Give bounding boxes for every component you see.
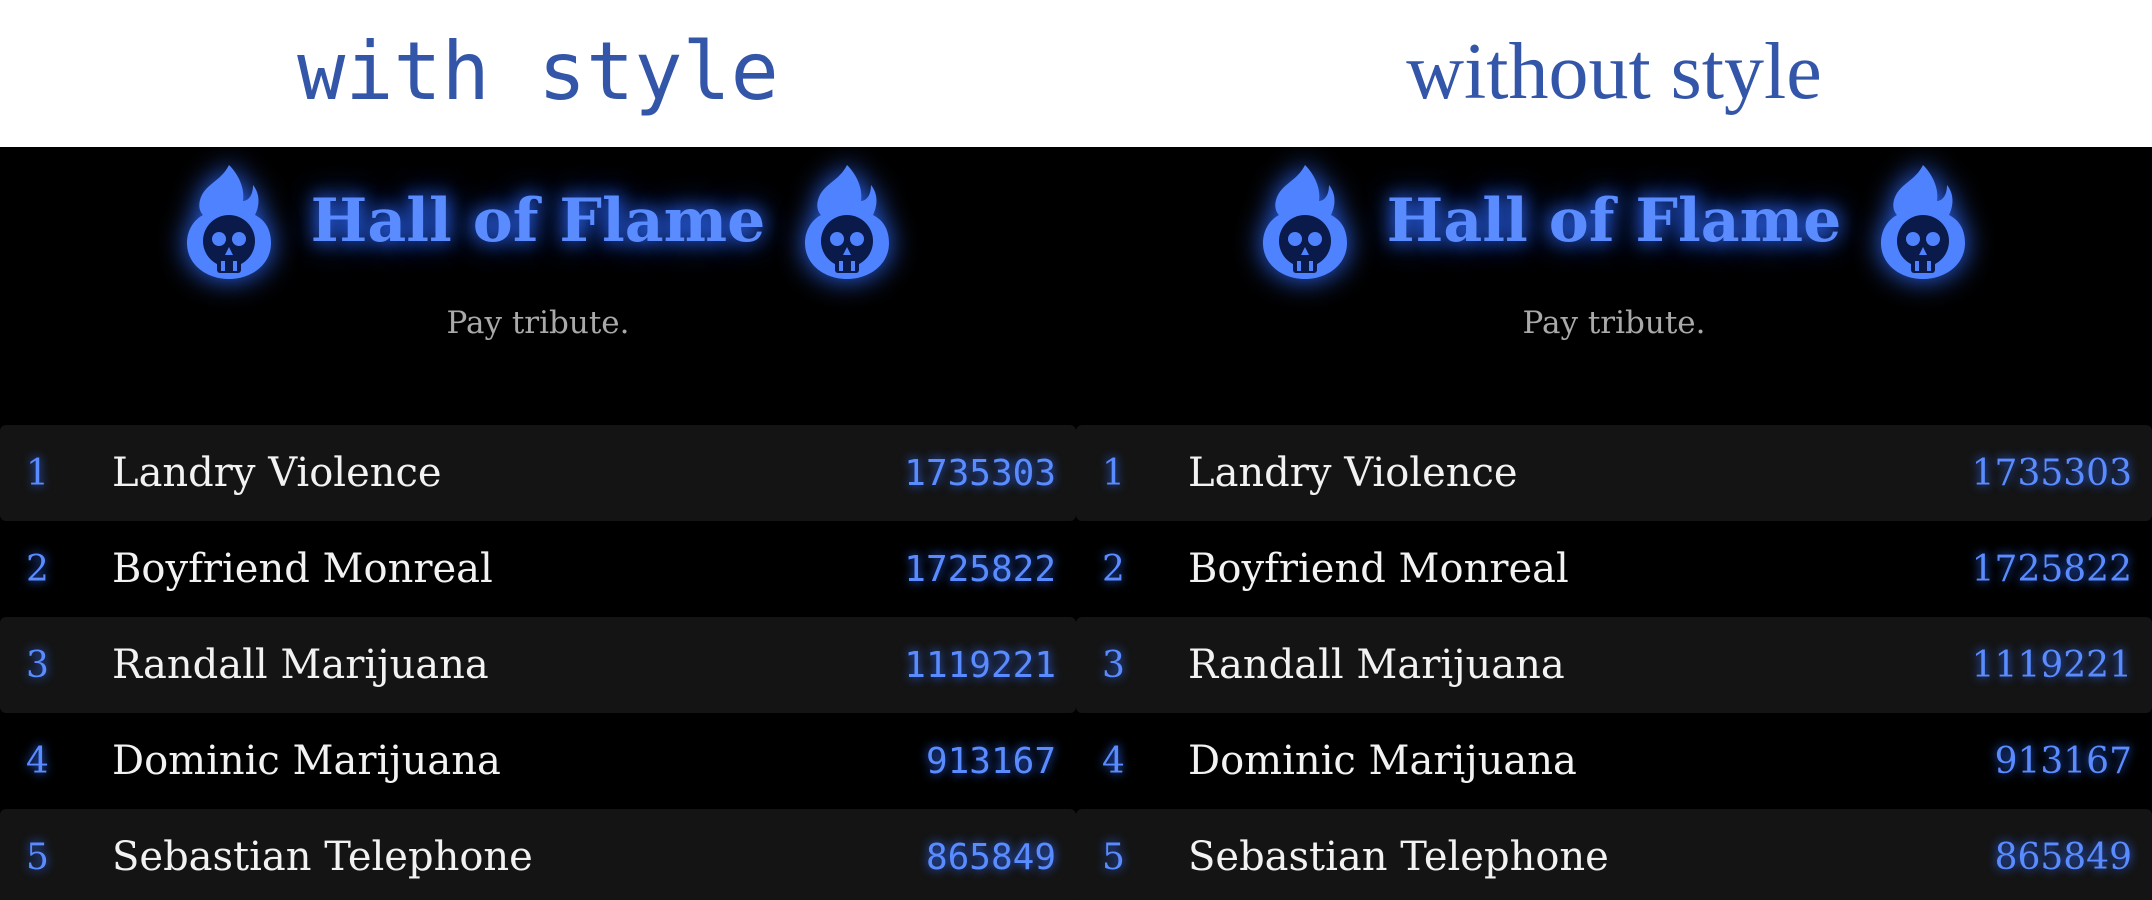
- player-name: Landry Violence: [112, 450, 442, 496]
- rank: 3: [26, 644, 49, 686]
- score: 1735303: [1971, 452, 2132, 494]
- leaderboard-row: 4 Dominic Marijuana 913167: [1076, 713, 2152, 809]
- tagline: Pay tribute.: [1522, 305, 1706, 341]
- player-name: Sebastian Telephone: [1188, 834, 1609, 880]
- heading-without-style: without style: [1406, 28, 1822, 116]
- player-name: Randall Marijuana: [112, 642, 489, 688]
- player-name: Dominic Marijuana: [1188, 738, 1577, 784]
- score: 913167: [925, 740, 1056, 782]
- player-name: Landry Violence: [1188, 450, 1518, 496]
- comparison-header: with style without style: [0, 0, 2152, 147]
- rank: 4: [1102, 740, 1125, 782]
- leaderboard-row: 5 Sebastian Telephone 865849: [0, 809, 1076, 900]
- leaderboard-row: 4 Dominic Marijuana 913167: [0, 713, 1076, 809]
- leaderboard-row: 2 Boyfriend Monreal 1725822: [0, 521, 1076, 617]
- score: 1725822: [1971, 548, 2132, 590]
- leaderboard-list: 1 Landry Violence 1735303 2 Boyfriend Mo…: [1076, 425, 2152, 900]
- score: 865849: [925, 836, 1056, 878]
- rank: 1: [1102, 452, 1125, 494]
- score: 1119221: [1971, 644, 2132, 686]
- player-name: Boyfriend Monreal: [1188, 546, 1569, 592]
- panel-with-style: Hall of Flame Pay tribute. 1 Landry Viol…: [0, 147, 1076, 900]
- rank: 2: [26, 548, 49, 590]
- rank: 1: [26, 452, 49, 494]
- player-name: Boyfriend Monreal: [112, 546, 493, 592]
- leaderboard-row: 3 Randall Marijuana 1119221: [0, 617, 1076, 713]
- score: 865849: [1994, 836, 2132, 878]
- banner-title: Hall of Flame: [1386, 186, 1842, 256]
- player-name: Randall Marijuana: [1188, 642, 1565, 688]
- score: 1119221: [904, 644, 1056, 686]
- banner-title: Hall of Flame: [310, 186, 766, 256]
- rank: 5: [1102, 836, 1125, 878]
- heading-with-style: with style: [297, 25, 779, 118]
- rank: 3: [1102, 644, 1125, 686]
- leaderboard-row: 1 Landry Violence 1735303: [0, 425, 1076, 521]
- flaming-skull-icon: [805, 165, 890, 279]
- leaderboard-row: 5 Sebastian Telephone 865849: [1076, 809, 2152, 900]
- score: 1725822: [904, 548, 1056, 590]
- rank: 5: [26, 836, 49, 878]
- leaderboard-row: 2 Boyfriend Monreal 1725822: [1076, 521, 2152, 617]
- rank: 4: [26, 740, 49, 782]
- score: 1735303: [904, 452, 1056, 494]
- hall-of-flame-banner: Hall of Flame: [0, 161, 1076, 281]
- panel-without-style: Hall of Flame Pay tribute. 1 Landry Viol…: [1076, 147, 2152, 900]
- player-name: Sebastian Telephone: [112, 834, 533, 880]
- hall-of-flame-banner: Hall of Flame: [1076, 161, 2152, 281]
- player-name: Dominic Marijuana: [112, 738, 501, 784]
- leaderboard-row: 3 Randall Marijuana 1119221: [1076, 617, 2152, 713]
- tagline: Pay tribute.: [446, 305, 630, 341]
- flaming-skull-icon: [1881, 165, 1966, 279]
- rank: 2: [1102, 548, 1125, 590]
- flaming-skull-icon: [1262, 165, 1347, 279]
- score: 913167: [1994, 740, 2132, 782]
- leaderboard-list: 1 Landry Violence 1735303 2 Boyfriend Mo…: [0, 425, 1076, 900]
- flaming-skull-icon: [186, 165, 271, 279]
- leaderboard-row: 1 Landry Violence 1735303: [1076, 425, 2152, 521]
